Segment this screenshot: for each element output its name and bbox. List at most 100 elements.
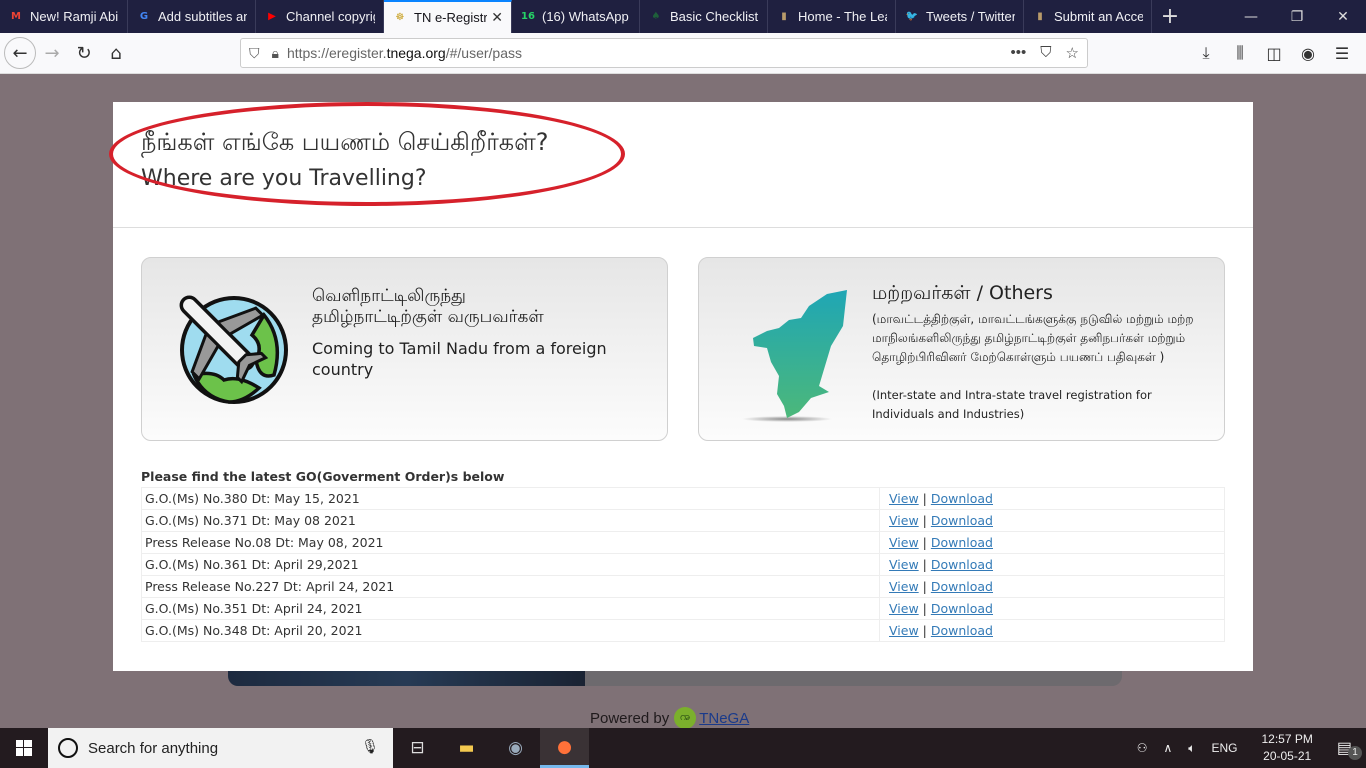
card-foreign-title-english: Coming to Tamil Nadu from a foreign coun… [312,339,607,379]
card-others-title: மற்றவர்கள் / Others [872,282,1053,304]
tab-0[interactable]: M New! Ramji Abili [0,0,128,33]
download-link[interactable]: Download [931,579,993,594]
system-tray: ⚇ ∧ 🔈︎ ENG 12:57 PM 20-05-21 ▤ 1 [1129,728,1366,768]
download-link[interactable]: Download [931,601,993,616]
library-button[interactable]: ⫼ [1224,37,1256,69]
go-table-row: G.O.(Ms) No.351 Dt: April 24, 2021 View |… [141,597,1225,620]
tab-title: (16) WhatsApp [542,9,629,24]
go-table-row: G.O.(Ms) No.361 Dt: April 29,2021 View | … [141,553,1225,576]
cortana-icon [58,738,78,758]
tab-4[interactable]: 16 (16) WhatsApp [512,0,640,33]
tab-title: New! Ramji Abili [30,9,119,24]
go-actions: View | Download [879,619,1225,642]
camera-app-button[interactable]: ◉ [491,728,540,768]
start-button[interactable] [0,728,48,768]
download-link[interactable]: Download [931,623,993,638]
tab-title: Add subtitles an [158,9,247,24]
view-link[interactable]: View [889,513,919,528]
firefox-taskbar-button[interactable]: ● [540,728,589,768]
back-button[interactable]: ← [4,37,36,69]
url-text[interactable]: https://eregister.tnega.org/#/user/pass [287,45,522,61]
tab-1[interactable]: G Add subtitles an [128,0,256,33]
powered-by-label: Powered by [590,709,670,727]
tab-7[interactable]: 🐦 Tweets / Twitter [896,0,1024,33]
clock[interactable]: 12:57 PM 20-05-21 [1246,731,1329,765]
account-icon: ◉ [1301,43,1315,63]
google-icon: G [139,11,149,22]
tab-2[interactable]: ▶ Channel copyrig [256,0,384,33]
reload-icon: ↻ [76,42,92,64]
tn-emblem-icon: ☸ [395,12,405,23]
language-indicator[interactable]: ENG [1203,741,1245,755]
bookmark-star-icon[interactable]: ☆ [1066,44,1079,62]
account-button[interactable]: ◉ [1292,37,1324,69]
link-separator: | [922,579,927,594]
view-link[interactable]: View [889,579,919,594]
reload-button[interactable]: ↻ [68,37,100,69]
door-icon: ▮ [781,11,787,22]
sidebar-button[interactable]: ◫ [1258,37,1290,69]
gmail-icon: M [11,11,21,22]
tab-title: Channel copyrig [286,9,375,24]
card-foreign-travel[interactable]: வெளிநாட்டிலிருந்து தமிழ்நாட்டிற்குள் வரு… [141,257,668,441]
new-tab-button[interactable]: + [1152,0,1188,33]
go-name: G.O.(Ms) No.371 Dt: May 08 2021 [141,509,880,532]
tab-title: Basic Checklist: ( [670,9,759,24]
go-actions: View | Download [879,575,1225,598]
address-bar[interactable]: ⛉ 🔒︎ https://eregister.tnega.org/#/user/… [240,38,1088,68]
browser-tab-strip: M New! Ramji Abili G Add subtitles an ▶ … [0,0,1366,33]
tab-title: TN e-Registra [414,10,488,25]
menu-button[interactable]: ☰ [1326,37,1358,69]
restore-button[interactable]: ❐ [1274,0,1320,33]
volume-icon[interactable]: 🔈︎ [1180,741,1203,756]
home-button[interactable]: ⌂ [100,37,132,69]
tamil-nadu-map-icon [742,290,847,422]
view-link[interactable]: View [889,557,919,572]
show-hidden-icons-chevron-up-icon[interactable]: ∧ [1155,741,1180,755]
download-icon: ⤓ [1202,43,1210,62]
lock-icon[interactable]: 🔒︎ [272,45,279,62]
page-actions-icon[interactable]: ••• [1011,44,1027,62]
go-table-row: G.O.(Ms) No.348 Dt: April 20, 2021 View |… [141,619,1225,642]
download-link[interactable]: Download [931,535,993,550]
view-link[interactable]: View [889,601,919,616]
forward-button[interactable]: → [36,37,68,69]
people-icon[interactable]: ⚇ [1129,741,1156,755]
go-name: G.O.(Ms) No.351 Dt: April 24, 2021 [141,597,880,620]
card-others-travel[interactable]: மற்றவர்கள் / Others (மாவட்டத்திற்குள், ம… [698,257,1225,441]
folder-icon: ▬ [458,738,475,758]
pocket-icon[interactable]: ⛉ [1040,44,1051,62]
tab-6[interactable]: ▮ Home - The Lea [768,0,896,33]
tab-3[interactable]: ☸ TN e-Registra ✕ [384,0,512,33]
task-view-button[interactable]: ⊟ [393,728,442,768]
close-tab-icon[interactable]: ✕ [491,10,503,26]
go-actions: View | Download [879,487,1225,510]
view-link[interactable]: View [889,491,919,506]
go-table-row: G.O.(Ms) No.371 Dt: May 08 2021 View | Do… [141,509,1225,532]
go-table-row: Press Release No.227 Dt: April 24, 2021 V… [141,575,1225,598]
notification-count-badge: 1 [1348,746,1362,760]
view-link[interactable]: View [889,535,919,550]
taskbar-search-box[interactable]: Search for anything 🎙︎ [48,728,393,768]
tab-title: Tweets / Twitter [926,9,1015,24]
file-explorer-button[interactable]: ▬ [442,728,491,768]
download-link[interactable]: Download [931,491,993,506]
downloads-button[interactable]: ⤓ [1190,37,1222,69]
tnega-link[interactable]: TNeGA [699,710,749,727]
microphone-icon[interactable]: 🎙︎ [361,738,379,755]
arrow-right-icon: → [44,42,60,64]
heading-tamil: நீங்கள் எங்கே பயணம் செய்கிறீர்கள்? [141,128,549,156]
download-link[interactable]: Download [931,557,993,572]
task-view-icon: ⊟ [410,738,425,758]
tracking-shield-icon[interactable]: ⛉ [249,45,260,62]
view-link[interactable]: View [889,623,919,638]
plane-globe-icon [179,295,288,404]
arrow-left-icon: ← [12,42,28,64]
tab-8[interactable]: ▮ Submit an Acces [1024,0,1152,33]
action-center-button[interactable]: ▤ 1 [1329,738,1366,760]
tab-5[interactable]: ♠ Basic Checklist: ( [640,0,768,33]
download-link[interactable]: Download [931,513,993,528]
close-window-button[interactable]: ✕ [1320,0,1366,33]
go-actions: View | Download [879,531,1225,554]
minimize-button[interactable]: — [1228,0,1274,33]
